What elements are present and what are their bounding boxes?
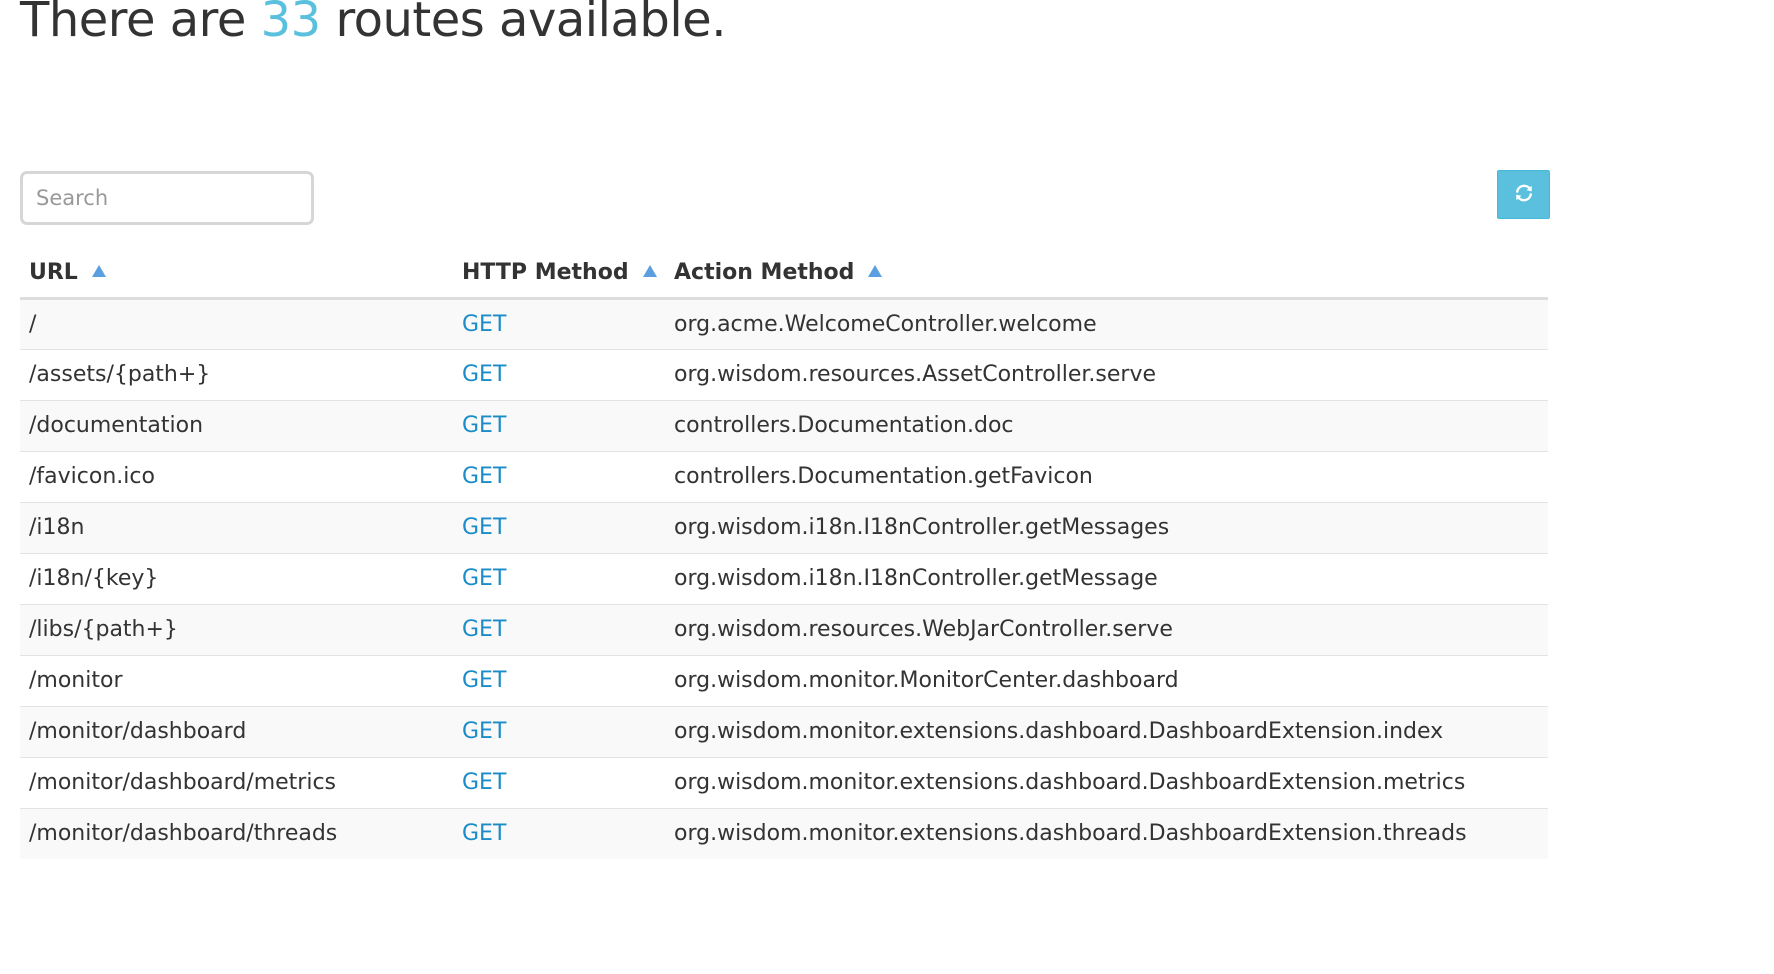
route-url: /i18n	[20, 501, 453, 553]
table-row: /assets/{path+} GET org.wisdom.resources.A…	[20, 348, 1548, 400]
table-row: /i18n GET org.wisdom.i18n.I18nController.g…	[20, 501, 1548, 553]
route-http-method: GET	[453, 552, 665, 604]
search-input[interactable]	[20, 171, 314, 225]
table-row: /i18n/{key} GET org.wisdom.i18n.I18nContro…	[20, 552, 1548, 604]
route-action-method: org.wisdom.monitor.extensions.dashboard.…	[665, 807, 1548, 859]
column-header-http-method[interactable]: HTTP Method	[453, 248, 665, 300]
table-row: /favicon.ico GET controllers.Documentation…	[20, 450, 1548, 502]
route-url: /monitor/dashboard	[20, 705, 453, 757]
table-row: /monitor/dashboard GET org.wisdom.monitor.…	[20, 705, 1548, 757]
route-action-method: org.wisdom.resources.AssetController.ser…	[665, 348, 1548, 400]
route-url: /favicon.ico	[20, 450, 453, 502]
sort-ascending-icon	[868, 264, 883, 277]
route-http-method: GET	[453, 450, 665, 502]
route-http-method: GET	[453, 756, 665, 808]
refresh-icon	[1514, 183, 1534, 207]
route-action-method: org.wisdom.resources.WebJarController.se…	[665, 603, 1548, 655]
table-row: / GET org.acme.WelcomeController.welcome	[20, 297, 1548, 349]
route-url: /monitor/dashboard/threads	[20, 807, 453, 859]
route-http-method: GET	[453, 348, 665, 400]
route-url: /monitor/dashboard/metrics	[20, 756, 453, 808]
route-action-method: org.wisdom.monitor.extensions.dashboard.…	[665, 705, 1548, 757]
sort-ascending-icon	[642, 264, 657, 277]
route-http-method: GET	[453, 654, 665, 706]
refresh-button[interactable]	[1497, 170, 1550, 219]
table-row: /monitor GET org.wisdom.monitor.MonitorCen…	[20, 654, 1548, 706]
route-url: /i18n/{key}	[20, 552, 453, 604]
column-label: HTTP Method	[462, 259, 629, 285]
route-url: /	[20, 297, 453, 349]
route-http-method: GET	[453, 705, 665, 757]
route-url: /monitor	[20, 654, 453, 706]
page-title: There are 33 routes available.	[20, 0, 726, 48]
route-url: /documentation	[20, 399, 453, 451]
routes-table: URL HTTP Method Action Method / GET org.ac…	[20, 248, 1548, 859]
table-row: /libs/{path+} GET org.wisdom.resources.Web…	[20, 603, 1548, 655]
route-action-method: controllers.Documentation.doc	[665, 399, 1548, 451]
route-url: /assets/{path+}	[20, 348, 453, 400]
column-label: URL	[29, 259, 78, 285]
table-header-row: URL HTTP Method Action Method	[20, 248, 1548, 300]
route-http-method: GET	[453, 501, 665, 553]
column-label: Action Method	[674, 259, 855, 285]
route-action-method: org.acme.WelcomeController.welcome	[665, 297, 1548, 349]
route-action-method: controllers.Documentation.getFavicon	[665, 450, 1548, 502]
route-http-method: GET	[453, 603, 665, 655]
route-action-method: org.wisdom.monitor.MonitorCenter.dashboa…	[665, 654, 1548, 706]
route-action-method: org.wisdom.i18n.I18nController.getMessag…	[665, 501, 1548, 553]
table-row: /monitor/dashboard/threads GET org.wisdom.…	[20, 807, 1548, 859]
route-http-method: GET	[453, 807, 665, 859]
route-action-method: org.wisdom.monitor.extensions.dashboard.…	[665, 756, 1548, 808]
route-http-method: GET	[453, 399, 665, 451]
title-prefix: There are	[20, 0, 261, 48]
title-suffix: routes available.	[320, 0, 726, 48]
column-header-url[interactable]: URL	[20, 248, 453, 300]
column-header-action-method[interactable]: Action Method	[665, 248, 1548, 300]
route-count: 33	[260, 0, 322, 48]
table-row: /monitor/dashboard/metrics GET org.wisdom.…	[20, 756, 1548, 808]
route-action-method: org.wisdom.i18n.I18nController.getMessag…	[665, 552, 1548, 604]
table-row: /documentation GET controllers.Documentati…	[20, 399, 1548, 451]
route-url: /libs/{path+}	[20, 603, 453, 655]
route-http-method: GET	[453, 297, 665, 349]
sort-ascending-icon	[91, 264, 106, 277]
